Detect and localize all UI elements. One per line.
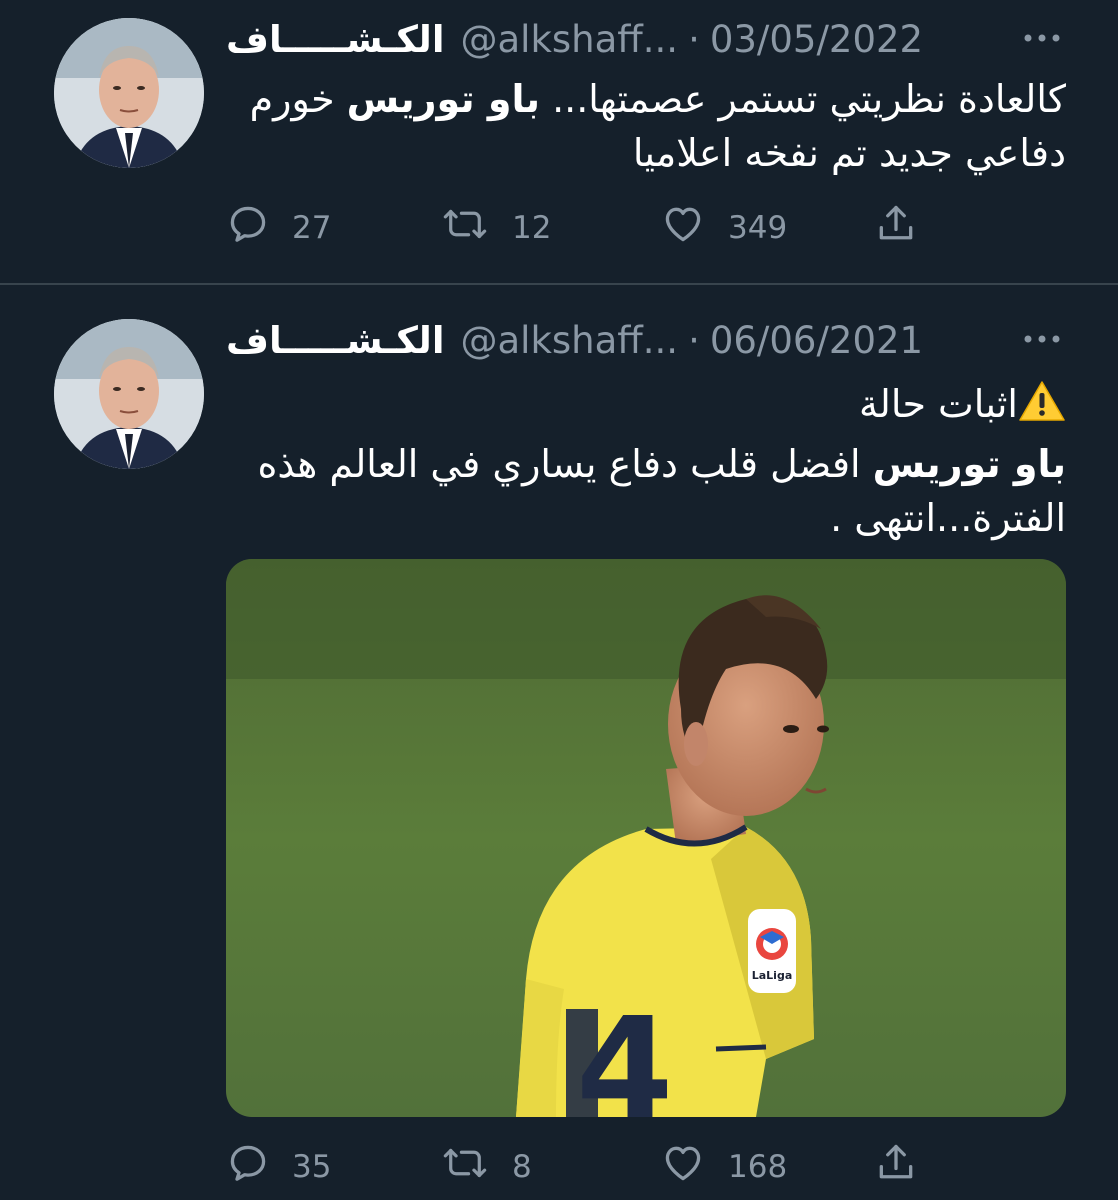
- share-icon: [874, 1141, 940, 1193]
- retweet-button[interactable]: 8: [440, 1142, 532, 1192]
- reply-bubble-icon: [226, 1141, 292, 1193]
- tweet-text-bold: باو توريس: [346, 77, 540, 121]
- tweet-text-bold: باو توريس: [872, 442, 1066, 486]
- tweet[interactable]: الكـشـــــاف @alkshaff... · 06/06/2021 ا…: [0, 285, 1118, 1200]
- retweet-count: 12: [512, 210, 552, 246]
- author-name[interactable]: الكـشـــــاف: [226, 18, 445, 61]
- heart-icon: [660, 1141, 728, 1193]
- reply-button[interactable]: 27: [226, 203, 331, 253]
- like-button[interactable]: 349: [660, 203, 787, 253]
- warning-icon: [1018, 379, 1066, 437]
- tweet[interactable]: الكـشـــــاف @alkshaff... · 03/05/2022 ك…: [0, 0, 1118, 283]
- tweet-media-image[interactable]: 4 LaLiga: [226, 559, 1066, 1117]
- tweet-header: الكـشـــــاف @alkshaff... · 03/05/2022: [226, 15, 923, 63]
- tweet-text: اثبات حالة باو توريس افضل قلب دفاع يساري…: [226, 377, 1066, 545]
- more-horizontal-icon[interactable]: [1022, 319, 1062, 359]
- laliga-logo-text: LaLiga: [752, 969, 793, 982]
- like-button[interactable]: 168: [660, 1142, 787, 1192]
- avatar[interactable]: [54, 319, 204, 469]
- reply-count: 27: [292, 210, 332, 246]
- retweet-button[interactable]: 12: [440, 203, 551, 253]
- author-name[interactable]: الكـشـــــاف: [226, 319, 445, 362]
- like-count: 349: [728, 210, 788, 246]
- author-handle[interactable]: @alkshaff...: [461, 18, 679, 61]
- share-icon: [874, 202, 940, 254]
- author-handle[interactable]: @alkshaff...: [461, 319, 679, 362]
- tweet-text: كالعادة نظريتي تستمر عصمتها... باو توريس…: [226, 72, 1066, 180]
- tweet-date[interactable]: 03/05/2022: [710, 18, 923, 61]
- retweet-count: 8: [512, 1149, 532, 1185]
- separator: ·: [688, 318, 700, 362]
- share-button[interactable]: [874, 203, 940, 253]
- tweet-actions: 27 12 349: [226, 203, 926, 253]
- jersey-number: 4: [576, 988, 673, 1117]
- heart-icon: [660, 202, 728, 254]
- tweet-header: الكـشـــــاف @alkshaff... · 06/06/2021: [226, 316, 923, 364]
- tweet-text-line: اثبات حالة: [226, 377, 1066, 437]
- tweet-actions: 35 8 168: [226, 1142, 926, 1192]
- reply-bubble-icon: [226, 202, 292, 254]
- tweet-text-part: كالعادة نظريتي تستمر عصمتها...: [539, 77, 1066, 121]
- reply-button[interactable]: 35: [226, 1142, 331, 1192]
- retweet-icon: [440, 202, 512, 254]
- separator: ·: [688, 17, 700, 61]
- like-count: 168: [728, 1149, 788, 1185]
- share-button[interactable]: [874, 1142, 940, 1192]
- more-horizontal-icon[interactable]: [1022, 18, 1062, 58]
- retweet-icon: [440, 1141, 512, 1193]
- avatar[interactable]: [54, 18, 204, 168]
- reply-count: 35: [292, 1149, 332, 1185]
- tweet-text-part: اثبات حالة: [858, 382, 1018, 426]
- tweet-text-line: باو توريس افضل قلب دفاع يساري في العالم …: [226, 437, 1066, 545]
- tweet-date[interactable]: 06/06/2021: [710, 319, 923, 362]
